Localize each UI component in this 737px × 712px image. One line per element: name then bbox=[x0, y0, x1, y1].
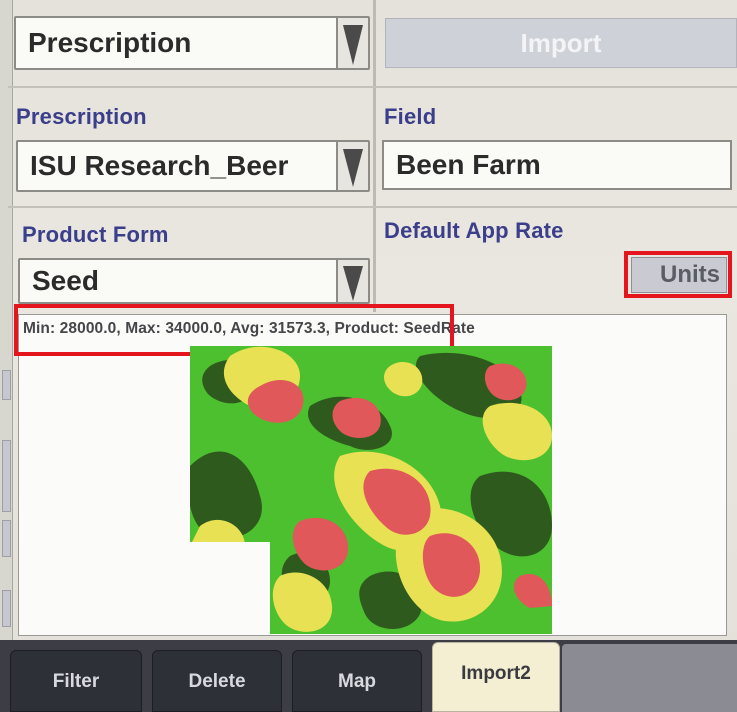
chevron-down-icon[interactable] bbox=[336, 18, 368, 68]
strip-tick bbox=[2, 440, 11, 512]
default-app-rate-label: Default App Rate bbox=[384, 218, 564, 243]
import-screen: Prescription Import Prescription ISU Res… bbox=[0, 0, 737, 712]
prescription-select[interactable]: ISU Research_Beer bbox=[16, 140, 370, 192]
left-scroll-strip[interactable] bbox=[0, 0, 13, 640]
chevron-down-icon[interactable] bbox=[336, 260, 368, 302]
row-divider bbox=[8, 206, 737, 208]
product-form-select-value: Seed bbox=[32, 265, 99, 296]
product-form-label: Product Form bbox=[22, 222, 169, 247]
units-highlight-box bbox=[624, 251, 732, 298]
prescription-select-value: ISU Research_Beer bbox=[30, 150, 289, 181]
tab-filter[interactable]: Filter bbox=[10, 650, 142, 712]
row-divider bbox=[8, 86, 737, 88]
tab-delete[interactable]: Delete bbox=[152, 650, 282, 712]
tab-bar-filler bbox=[562, 644, 737, 712]
tab-import2[interactable]: Import2 bbox=[432, 642, 560, 712]
prescription-label: Prescription bbox=[16, 104, 147, 129]
field-input-value: Been Farm bbox=[396, 149, 541, 180]
strip-tick bbox=[2, 590, 11, 627]
import-button[interactable]: Import bbox=[385, 18, 737, 68]
column-divider bbox=[373, 0, 376, 312]
field-input[interactable]: Been Farm bbox=[382, 140, 732, 190]
seed-rate-map[interactable] bbox=[190, 346, 552, 634]
field-label: Field bbox=[384, 104, 437, 129]
tab-map[interactable]: Map bbox=[292, 650, 422, 712]
chevron-down-icon[interactable] bbox=[336, 142, 368, 190]
strip-tick bbox=[2, 520, 11, 557]
type-select-value: Prescription bbox=[28, 27, 192, 58]
bottom-tab-bar: Filter Delete Map Import2 bbox=[0, 640, 737, 712]
strip-tick bbox=[2, 370, 11, 400]
type-select[interactable]: Prescription bbox=[14, 16, 370, 70]
product-form-select[interactable]: Seed bbox=[18, 258, 370, 304]
